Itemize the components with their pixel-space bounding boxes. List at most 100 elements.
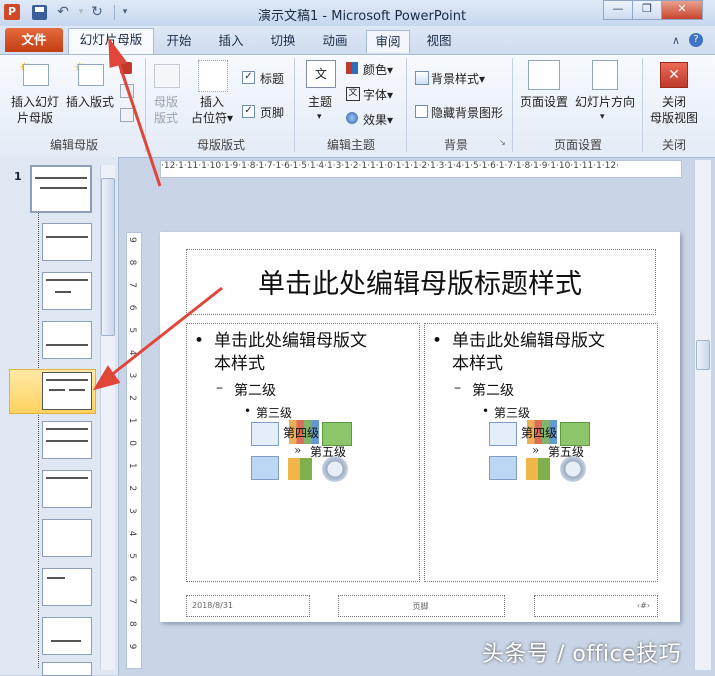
powerpoint-app-icon[interactable]: P — [4, 4, 20, 20]
group-label-page-setup: 页面设置 — [553, 138, 602, 152]
page-setup-button[interactable]: 页面设置 — [518, 94, 570, 110]
insert-clip-art-icon[interactable] — [526, 458, 550, 480]
left-level3: 第三级 — [256, 406, 293, 420]
rename-icon[interactable] — [120, 84, 134, 98]
minimize-button[interactable]: — — [603, 0, 633, 20]
insert-layout-icon[interactable]: ✷ — [72, 60, 106, 88]
layout-thumbnail[interactable] — [42, 568, 92, 606]
page-setup-icon[interactable] — [528, 60, 560, 90]
slide-orientation-dropdown-icon[interactable]: ▾ — [600, 112, 605, 122]
delete-slide-icon[interactable] — [120, 62, 132, 74]
group-label-edit-theme: 编辑主题 — [326, 138, 375, 152]
group-label-master-layout: 母版版式 — [196, 138, 245, 152]
right-level3: 第三级 — [494, 406, 531, 420]
insert-picture-icon[interactable] — [489, 456, 517, 480]
footer-date: 2018/8/31 — [192, 601, 234, 610]
layout-thumbnail[interactable] — [42, 519, 92, 557]
group-separator — [294, 58, 295, 152]
hide-background-checkbox[interactable] — [415, 105, 428, 118]
layout-thumbnail[interactable] — [42, 223, 92, 261]
layout-thumbnail[interactable] — [42, 662, 92, 676]
tab-file[interactable]: 文件 — [5, 28, 63, 52]
insert-slide-master-icon[interactable]: ✷ — [17, 60, 51, 88]
insert-layout-button[interactable]: 插入版式 — [62, 94, 118, 110]
master-layout-icon — [154, 64, 180, 88]
thumbnail-scrollbar-thumb[interactable] — [101, 178, 115, 336]
layout-thumbnail[interactable] — [42, 470, 92, 508]
close-master-view-icon[interactable]: ✕ — [660, 62, 688, 88]
colors-icon[interactable] — [346, 62, 358, 74]
save-icon[interactable] — [32, 5, 47, 20]
fonts-icon[interactable]: 文 — [346, 87, 360, 101]
right-level1-line2: 本样式 — [452, 354, 503, 374]
themes-icon[interactable]: 文 — [306, 60, 336, 88]
fonts-button[interactable]: 字体▾ — [363, 86, 393, 103]
master-title-text[interactable]: 单击此处编辑母版标题样式 — [186, 262, 654, 301]
editor-scrollbar[interactable] — [694, 160, 711, 670]
left-level1-line2: 本样式 — [214, 354, 265, 374]
tab-home[interactable]: 开始 — [158, 30, 200, 52]
left-bullet-1: • — [194, 331, 205, 351]
title-checkbox[interactable]: ✓ — [242, 71, 255, 84]
background-styles-icon[interactable] — [415, 71, 429, 85]
background-styles-button[interactable]: 背景样式▾ — [431, 70, 485, 87]
layout-thumbnail-selected[interactable] — [42, 372, 92, 410]
layout-thumbnail[interactable] — [42, 421, 92, 459]
left-level2: 第二级 — [234, 383, 276, 399]
tab-review[interactable]: 审阅 — [366, 30, 410, 53]
hide-background-label: 隐藏背景图形 — [431, 106, 504, 120]
editor-scrollbar-thumb[interactable] — [696, 340, 710, 370]
insert-media-icon[interactable] — [322, 456, 348, 482]
redo-icon[interactable]: ↻ — [88, 3, 106, 21]
help-icon[interactable]: ? — [689, 33, 703, 47]
undo-icon[interactable]: ↶ — [54, 3, 72, 21]
restore-button[interactable]: ❐ — [632, 0, 662, 20]
qat-separator — [114, 5, 115, 20]
left-level5-marker: » — [294, 443, 302, 457]
left-bullet-3: • — [244, 404, 252, 418]
layout-thumbnail[interactable] — [42, 272, 92, 310]
tab-insert[interactable]: 插入 — [210, 30, 252, 52]
tab-view[interactable]: 视图 — [418, 30, 460, 52]
insert-slide-master-button[interactable]: 插入幻灯 片母版 — [6, 94, 64, 126]
minimize-ribbon-icon[interactable]: ∧ — [672, 34, 680, 47]
insert-picture-icon[interactable] — [251, 456, 279, 480]
group-separator — [406, 58, 407, 152]
insert-table-icon[interactable] — [489, 422, 517, 446]
colors-button[interactable]: 颜色▾ — [363, 61, 393, 78]
effects-icon[interactable] — [346, 112, 358, 124]
horizontal-ruler: ·12·1·11·1·10·1·9·1·8·1·7·1·6·1·5·1·4·1·… — [160, 160, 682, 178]
right-bullet-1: • — [432, 331, 443, 351]
close-window-button[interactable]: ✕ — [661, 0, 703, 20]
tab-animations[interactable]: 动画 — [314, 30, 356, 52]
close-master-view-button[interactable]: 关闭 母版视图 — [646, 94, 702, 126]
tab-slide-master[interactable]: 幻灯片母版 — [68, 28, 154, 54]
window-title: 演示文稿1 - Microsoft PowerPoint — [258, 9, 467, 24]
insert-placeholder-icon[interactable] — [198, 60, 228, 92]
slide-number: 1 — [14, 170, 22, 183]
insert-placeholder-button[interactable]: 插入 占位符▾ — [188, 94, 236, 126]
vertical-ruler: 9 8 7 6 5 4 3 2 1 0 1 2 3 4 5 6 7 8 9 — [126, 232, 142, 669]
footer-checkbox[interactable]: ✓ — [242, 105, 255, 118]
insert-clip-art-icon[interactable] — [288, 458, 312, 480]
preserve-icon[interactable] — [120, 108, 134, 122]
insert-media-icon[interactable] — [560, 456, 586, 482]
layout-thumbnail[interactable] — [42, 617, 92, 655]
insert-table-icon[interactable] — [251, 422, 279, 446]
master-slide-thumbnail[interactable] — [30, 165, 92, 213]
customize-qat-icon[interactable]: ▾ — [116, 3, 134, 21]
right-level2: 第二级 — [472, 383, 514, 399]
slide-orientation-button[interactable]: 幻灯片方向 — [572, 94, 638, 110]
effects-button[interactable]: 效果▾ — [363, 111, 393, 128]
tab-transitions[interactable]: 切换 — [262, 30, 304, 52]
background-dialog-launcher-icon[interactable]: ↘ — [499, 138, 506, 147]
left-level4: 第四级 — [283, 426, 320, 440]
left-bullet-2: – — [216, 380, 223, 396]
themes-dropdown-icon[interactable]: ▾ — [317, 112, 322, 122]
layout-thumbnail[interactable] — [42, 321, 92, 359]
themes-button[interactable]: 主题 — [300, 94, 340, 110]
footer-text: 页脚 — [412, 602, 429, 611]
right-level4: 第四级 — [521, 426, 558, 440]
slide-orientation-icon[interactable] — [592, 60, 618, 90]
right-bullet-2: – — [454, 380, 461, 396]
